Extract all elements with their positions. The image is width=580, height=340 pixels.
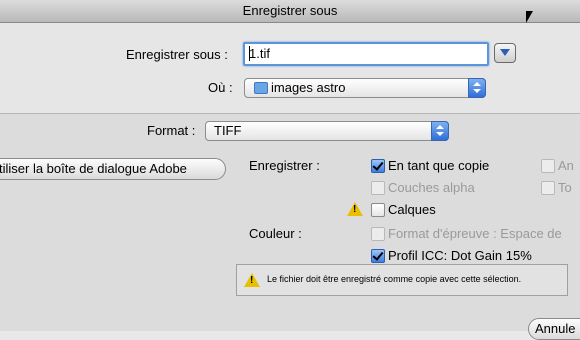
location-popup[interactable]: images astro: [244, 78, 486, 98]
window-title: Enregistrer sous: [242, 3, 338, 18]
warning-message-box: ! Le fichier doit être enregistré comme …: [236, 264, 568, 296]
save-location-panel: [0, 23, 580, 113]
layers-label: Calques: [388, 202, 436, 217]
spot-colors-checkbox[interactable]: [541, 181, 555, 195]
format-value: TIFF: [214, 123, 242, 138]
text-caret: [249, 46, 250, 61]
save-options-label: Enregistrer :: [249, 158, 320, 173]
as-copy-label: En tant que copie: [388, 158, 490, 173]
window-titlebar: Enregistrer sous: [0, 0, 580, 23]
disclosure-triangle-icon: [500, 49, 510, 56]
filename-input[interactable]: 1.tif: [243, 42, 489, 66]
alpha-channels-checkbox[interactable]: [371, 181, 385, 195]
warning-icon: !: [244, 273, 260, 287]
spot-colors-label: To: [558, 180, 572, 195]
folder-icon: [254, 82, 268, 94]
proof-setup-label: Format d'épreuve : Espace de: [388, 226, 562, 241]
cancel-button[interactable]: Annule: [528, 318, 580, 340]
annotations-label: An: [558, 158, 574, 173]
popup-arrows-icon: [468, 78, 486, 98]
warning-message: Le fichier doit être enregistré comme co…: [267, 274, 522, 284]
where-label: Où :: [208, 80, 233, 95]
format-popup[interactable]: TIFF: [205, 121, 449, 141]
annotations-checkbox[interactable]: [541, 159, 555, 173]
expand-disclosure-button[interactable]: [494, 43, 516, 63]
filename-value: 1.tif: [249, 46, 270, 61]
popup-arrows-icon: [431, 121, 449, 141]
location-value: images astro: [271, 80, 346, 95]
mouse-cursor-icon: [526, 11, 533, 23]
warning-icon: !: [347, 202, 363, 216]
alpha-channels-label: Couches alpha: [388, 180, 475, 195]
use-adobe-dialog-label: tiliser la boîte de dialogue Adobe: [0, 161, 187, 176]
proof-setup-checkbox[interactable]: [371, 227, 385, 241]
format-label: Format :: [147, 123, 196, 138]
as-copy-checkbox[interactable]: [371, 159, 385, 173]
options-panel: [0, 114, 580, 331]
icc-profile-checkbox[interactable]: [371, 249, 385, 263]
layers-checkbox[interactable]: [371, 203, 385, 217]
icc-profile-label: Profil ICC: Dot Gain 15%: [388, 248, 532, 263]
use-adobe-dialog-button[interactable]: tiliser la boîte de dialogue Adobe: [0, 158, 226, 180]
color-label: Couleur :: [249, 226, 302, 241]
cancel-label: Annule: [535, 321, 576, 336]
save-as-label: Enregistrer sous :: [126, 47, 228, 62]
